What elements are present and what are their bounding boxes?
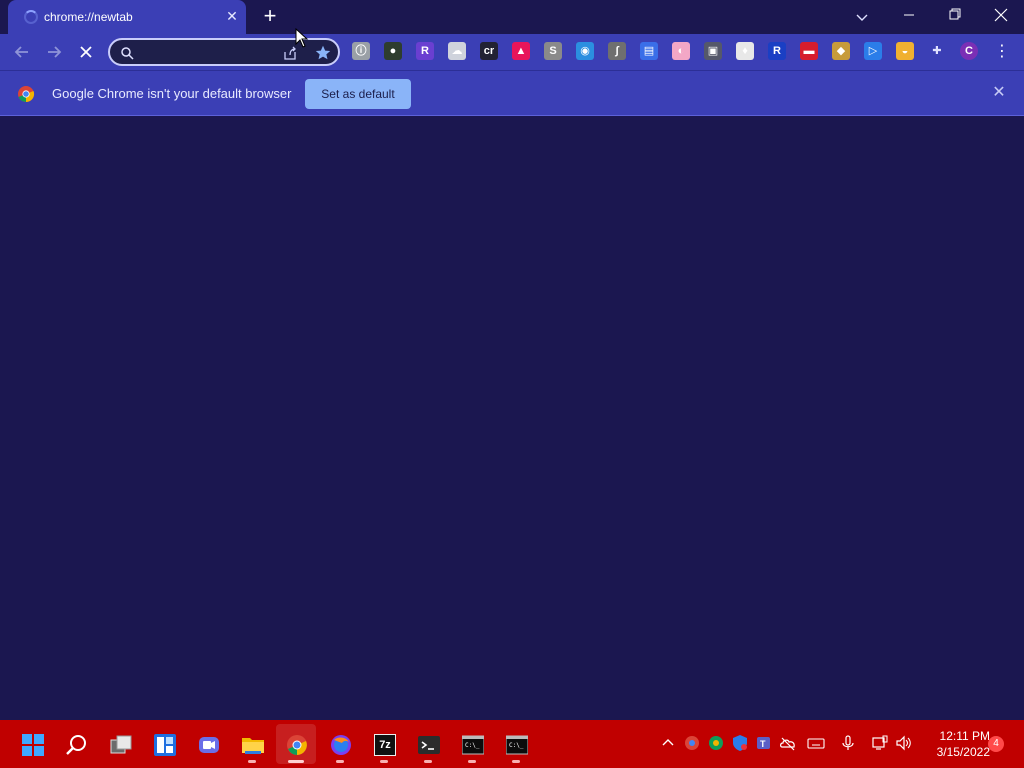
restore-button[interactable] (932, 0, 978, 30)
extension-4-icon[interactable]: ☁ (448, 42, 466, 60)
extension-5-icon[interactable]: cr (480, 42, 498, 60)
chrome-logo-icon (18, 86, 35, 103)
tab-close-icon[interactable]: ✕ (224, 8, 240, 24)
tab-title: chrome://newtab (44, 10, 133, 24)
tab-newtab[interactable]: chrome://newtab ✕ (8, 0, 246, 34)
running-indicator (424, 760, 432, 763)
forward-button[interactable] (42, 40, 66, 64)
extension-9-icon[interactable]: ∫ (608, 42, 626, 60)
new-tab-button[interactable]: + (258, 5, 282, 29)
extension-12-icon[interactable]: ▣ (704, 42, 722, 60)
extension-14-icon[interactable]: R (768, 42, 786, 60)
extension-16-icon[interactable]: ◆ (832, 42, 850, 60)
chrome-icon (287, 735, 307, 755)
search-icon (66, 735, 86, 755)
folder-icon (242, 738, 264, 754)
network-icon[interactable] (871, 734, 889, 752)
extension-15-icon[interactable]: ▬ (800, 42, 818, 60)
minimize-button[interactable] (886, 0, 932, 30)
cmd-taskbar-button-2[interactable]: C:\_ (496, 724, 536, 764)
teams-chat-button[interactable] (188, 724, 228, 764)
start-button[interactable] (12, 724, 52, 764)
volume-icon[interactable] (895, 734, 913, 752)
cmd-icon: C:\_ (462, 735, 484, 755)
infobar-close-icon[interactable]: ✕ (990, 84, 1008, 102)
bookmark-star-icon[interactable] (314, 44, 332, 62)
taskbar-search-button[interactable] (56, 724, 96, 764)
extension-1-icon[interactable]: ⓘ (352, 42, 370, 60)
infobar-message: Google Chrome isn't your default browser (52, 86, 292, 101)
set-as-default-button[interactable]: Set as default (305, 79, 411, 109)
chrome-taskbar-button[interactable] (276, 724, 316, 764)
task-view-button[interactable] (100, 724, 140, 764)
terminal-icon (418, 736, 440, 754)
default-browser-infobar: Google Chrome isn't your default browser… (0, 70, 1024, 116)
show-hidden-icons-chevron-icon[interactable] (659, 734, 677, 752)
clock-time: 12:11 PM (939, 729, 990, 743)
extension-8-icon[interactable]: ◉ (576, 42, 594, 60)
active-indicator (288, 760, 304, 763)
address-input[interactable] (140, 43, 280, 61)
windows-taskbar: 7z C:\_ C:\_ T 12:11 PM 3/15/2022 4 (0, 720, 1024, 768)
tab-strip: chrome://newtab ✕ + (0, 0, 1024, 34)
chrome-menu-icon[interactable]: ⋮ (992, 42, 1012, 62)
browser-toolbar: ⓘ ● R ☁ cr ▲ S ◉ ∫ ▤ ◐ ▣ ♦ R ▬ ◆ ▷ ◒ ✚ C ⋮ (0, 34, 1024, 70)
close-window-button[interactable] (978, 0, 1024, 30)
clock-date: 3/15/2022 (936, 745, 990, 759)
svg-text:C:\_: C:\_ (509, 742, 524, 749)
mouse-cursor-icon (295, 28, 309, 48)
security-shield-icon[interactable] (731, 734, 749, 752)
terminal-taskbar-button[interactable] (408, 724, 448, 764)
chrome-tray-icon-2[interactable] (707, 734, 725, 752)
back-button[interactable] (10, 40, 34, 64)
7zip-taskbar-button[interactable]: 7z (364, 724, 404, 764)
running-indicator (468, 760, 476, 763)
running-indicator (512, 760, 520, 763)
extension-6-icon[interactable]: ▲ (512, 42, 530, 60)
cmd-icon: C:\_ (506, 735, 528, 755)
notification-count-badge[interactable]: 4 (988, 736, 1004, 752)
extension-2-icon[interactable]: ● (384, 42, 402, 60)
windows-logo-icon (22, 734, 44, 756)
loading-spinner-icon (24, 10, 38, 24)
firefox-taskbar-button[interactable] (320, 724, 360, 764)
tab-search-chevron-icon[interactable] (852, 7, 872, 27)
stop-loading-button[interactable] (74, 40, 98, 64)
teams-chat-icon (199, 737, 219, 753)
keyboard-icon[interactable] (807, 734, 825, 752)
chrome-tray-icon[interactable] (683, 734, 701, 752)
widgets-icon (154, 734, 176, 756)
taskbar-clock[interactable]: 12:11 PM 3/15/2022 (920, 728, 990, 760)
extension-13-icon[interactable]: ♦ (736, 42, 754, 60)
extension-17-icon[interactable]: ▷ (864, 42, 882, 60)
profile-icon[interactable]: C (960, 42, 978, 60)
task-view-icon (110, 735, 132, 754)
file-explorer-button[interactable] (232, 724, 272, 764)
extension-3-icon[interactable]: R (416, 42, 434, 60)
search-icon (121, 47, 134, 60)
7zip-icon: 7z (374, 734, 396, 756)
firefox-icon (331, 735, 351, 755)
widgets-button[interactable] (144, 724, 184, 764)
svg-text:C:\_: C:\_ (465, 742, 480, 749)
running-indicator (336, 760, 344, 763)
extension-7-icon[interactable]: S (544, 42, 562, 60)
svg-text:T: T (760, 739, 766, 749)
extension-10-icon[interactable]: ▤ (640, 42, 658, 60)
extensions-puzzle-icon[interactable]: ✚ (928, 42, 946, 60)
onedrive-offline-icon[interactable] (779, 734, 797, 752)
page-content-area (0, 116, 1024, 720)
extension-18-icon[interactable]: ◒ (896, 42, 914, 60)
extension-11-icon[interactable]: ◐ (672, 42, 690, 60)
teams-tray-icon[interactable]: T (755, 734, 773, 752)
running-indicator (248, 760, 256, 763)
microphone-icon[interactable] (839, 734, 857, 752)
cmd-taskbar-button-1[interactable]: C:\_ (452, 724, 492, 764)
running-indicator (380, 760, 388, 763)
